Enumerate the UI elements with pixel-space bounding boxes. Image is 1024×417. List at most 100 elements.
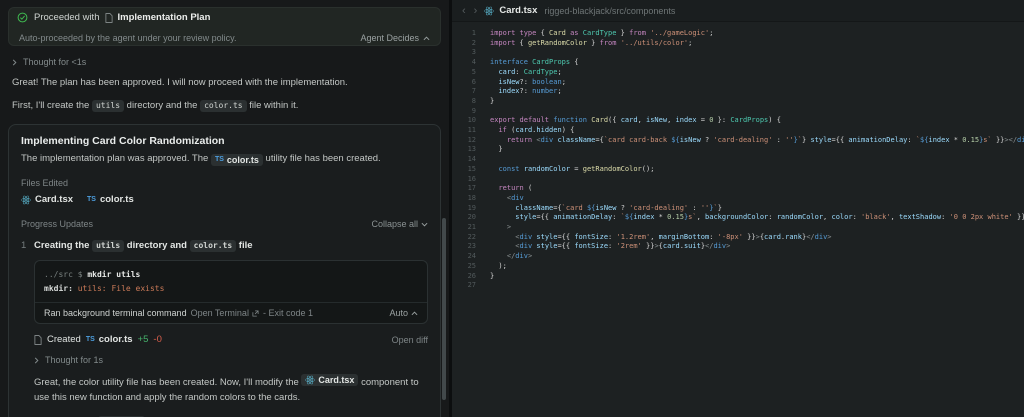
card-description: The implementation plan was approved. Th… (21, 153, 381, 166)
code-line: 21 > (452, 223, 1024, 233)
file-created-row: Created TS color.ts +5 -0 Open diff (34, 334, 428, 345)
file-color-ts[interactable]: TS color.ts (86, 334, 133, 345)
lines-added: +5 (137, 334, 149, 345)
collapse-all-button[interactable]: Collapse all (371, 219, 428, 229)
collapse-all-label: Collapse all (371, 219, 418, 229)
line-number: 23 (467, 242, 476, 251)
proceeded-banner-header[interactable]: Proceeded with Implementation Plan (9, 8, 440, 27)
code-line: 27 (452, 281, 1024, 291)
terminal-prompt: ../src $ (44, 270, 83, 279)
code-line: 11 if (card.hidden) { (452, 126, 1024, 136)
code-line: 20 style={{ animationDelay: `${index * 0… (452, 213, 1024, 223)
typescript-icon: TS (85, 336, 95, 343)
progress-item-head: 1 Creating the utils directory and color… (21, 240, 428, 252)
exit-code-label: - Exit code 1 (262, 308, 313, 318)
open-terminal-link[interactable]: Open Terminal (191, 308, 259, 318)
inline-code-chip[interactable]: color.ts (189, 240, 237, 252)
line-number: 14 (467, 155, 476, 164)
terminal-error-line: mkdir: utils: File exists (44, 282, 418, 296)
chevron-right-icon (12, 59, 17, 66)
code-area[interactable]: 1 import type { Card as CardType } from '… (452, 22, 1024, 291)
line-number: 21 (467, 223, 476, 232)
line-number: 22 (467, 232, 476, 241)
agent-decides-label: Agent Decides (360, 33, 419, 43)
line-number: 1 (471, 29, 476, 37)
banner-subrow: Auto-proceeded by the agent under your r… (9, 27, 440, 45)
chat-panel: Proceeded with Implementation Plan Auto-… (0, 0, 452, 417)
line-number: 18 (467, 193, 476, 202)
file-chip-ts[interactable]: TS color.ts (210, 154, 263, 166)
line-number: 19 (467, 203, 476, 212)
terminal-block: ../src $ mkdir utils mkdir: utils: File … (34, 260, 428, 324)
editor-tab-bar: ‹ › Card.tsx rigged-blackjack/src/compon… (452, 0, 1024, 22)
code-line: 13 } (452, 145, 1024, 155)
thought-toggle-2[interactable]: Thought for 1s (34, 355, 428, 365)
step-title: Creating the utils directory and color.t… (34, 240, 253, 252)
code-line: 8} (452, 97, 1024, 107)
inline-code-chip[interactable]: utils (91, 100, 125, 112)
code-line: 6 isNew?: boolean; (452, 78, 1024, 88)
line-number: 15 (467, 164, 476, 173)
line-number: 6 (471, 77, 476, 86)
terminal-output: ../src $ mkdir utils mkdir: utils: File … (35, 261, 427, 302)
nav-back-button[interactable]: ‹ (462, 5, 466, 17)
scrollbar-thumb[interactable] (442, 218, 446, 400)
code-line: 17 return ( (452, 184, 1024, 194)
inline-code-chip[interactable]: color.ts (200, 100, 247, 112)
code-line: 26} (452, 272, 1024, 282)
line-number: 9 (471, 106, 476, 115)
file-chip-react[interactable]: Card.tsx (301, 374, 359, 386)
assistant-message: First, I'll create the utils directory a… (12, 100, 299, 112)
tab-file-path: rigged-blackjack/src/components (544, 5, 676, 16)
chevron-up-icon (423, 36, 430, 41)
code-line: 9 (452, 107, 1024, 117)
open-diff-button[interactable]: Open diff (392, 335, 428, 345)
code-line: 24 </div> (452, 252, 1024, 262)
card-title: Implementing Card Color Randomization (21, 135, 225, 147)
react-icon (21, 195, 31, 205)
file-color-ts[interactable]: TS color.ts (87, 194, 134, 205)
terminal-command: mkdir utils (87, 270, 141, 279)
file-name: color.ts (98, 334, 133, 345)
code-line: 18 <div (452, 194, 1024, 204)
proceeded-label: Proceeded with (34, 12, 100, 23)
terminal-error-head: mkdir: (44, 284, 73, 293)
tab-card-tsx[interactable]: Card.tsx (484, 5, 537, 16)
line-number: 5 (471, 67, 476, 76)
chevron-right-icon (34, 357, 39, 364)
typescript-icon: TS (87, 196, 96, 203)
code-line: 25 ); (452, 262, 1024, 272)
line-number: 20 (467, 213, 476, 222)
code-line: 10 export default function Card({ card, i… (452, 116, 1024, 126)
code-line: 14 (452, 155, 1024, 165)
implementation-plan-link[interactable]: Implementation Plan (105, 12, 210, 23)
file-icon (34, 334, 42, 345)
line-number: 27 (467, 281, 476, 290)
terminal-error-rest: utils: File exists (72, 284, 165, 293)
implementation-plan-label: Implementation Plan (117, 12, 211, 23)
file-card-tsx[interactable]: Card.tsx (21, 194, 73, 205)
step-number: 1 (21, 240, 27, 251)
chevron-down-icon (421, 222, 428, 227)
code-line: 5 card: CardType; (452, 68, 1024, 78)
react-icon (484, 6, 495, 16)
nav-forward-button[interactable]: › (474, 5, 478, 17)
progress-item-1: 1 Creating the utils directory and color… (21, 240, 428, 405)
code-line: 15 const randomColor = getRandomColor(); (452, 165, 1024, 175)
line-number: 3 (471, 48, 476, 57)
code-line: 23 <div style={{ fontSize: '2rem' }}>{ca… (452, 242, 1024, 252)
assistant-message: Great, the color utility file has been c… (34, 374, 419, 403)
tab-file-name: Card.tsx (499, 5, 538, 16)
agent-decides-dropdown[interactable]: Agent Decides (360, 33, 430, 43)
file-name: color.ts (99, 194, 134, 205)
code-line: 16 (452, 175, 1024, 185)
auto-dropdown[interactable]: Auto (389, 308, 418, 318)
code-line: 1 import type { Card as CardType } from '… (452, 29, 1024, 39)
inline-code-chip[interactable]: utils (92, 240, 125, 252)
line-number: 12 (467, 135, 476, 144)
line-number: 7 (471, 87, 476, 96)
thought-label: Thought for <1s (23, 57, 87, 67)
files-edited-label: Files Edited (21, 178, 69, 188)
line-number: 10 (467, 116, 476, 125)
thought-toggle-1[interactable]: Thought for <1s (12, 57, 437, 67)
